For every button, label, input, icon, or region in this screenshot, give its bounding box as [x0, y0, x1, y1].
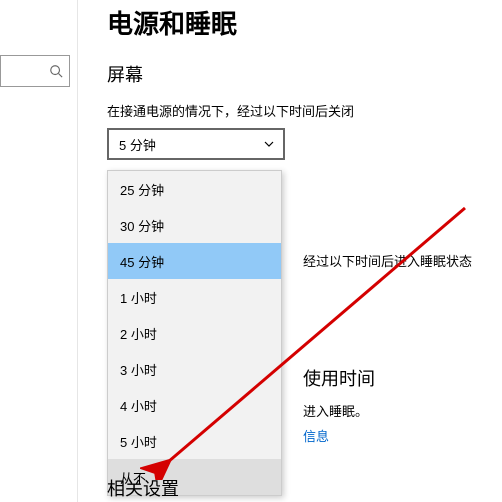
search-input[interactable]	[0, 55, 70, 87]
select-value: 5 分钟	[119, 135, 156, 154]
related-settings-header: 相关设置	[107, 475, 179, 501]
left-panel	[0, 0, 78, 502]
dropdown-item[interactable]: 1 小时	[108, 279, 281, 315]
dropdown-item[interactable]: 4 小时	[108, 387, 281, 423]
dropdown-item-label: 25 分钟	[120, 180, 164, 199]
usage-time-header: 使用时间	[303, 365, 375, 391]
dropdown-item-label: 2 小时	[120, 324, 157, 343]
search-icon	[49, 64, 63, 78]
chevron-down-icon	[263, 138, 275, 150]
usage-time-desc: 进入睡眠。	[303, 401, 375, 420]
timeout-dropdown[interactable]: 25 分钟 30 分钟 45 分钟 1 小时 2 小时 3 小时 4 小时 5 …	[107, 170, 282, 496]
dropdown-item[interactable]: 5 小时	[108, 423, 281, 459]
dropdown-item-label: 3 小时	[120, 360, 157, 379]
dropdown-item-label: 45 分钟	[120, 252, 164, 271]
section-screen-header: 屏幕	[107, 61, 502, 87]
dropdown-item-label: 5 小时	[120, 432, 157, 451]
dropdown-item[interactable]: 45 分钟	[108, 243, 281, 279]
dropdown-item-label: 1 小时	[120, 288, 157, 307]
dropdown-item[interactable]: 30 分钟	[108, 207, 281, 243]
screen-description: 在接通电源的情况下，经过以下时间后关闭	[107, 101, 502, 120]
usage-time-link[interactable]: 信息	[303, 426, 375, 445]
screen-timeout-select[interactable]: 5 分钟	[107, 128, 285, 160]
dropdown-item[interactable]: 3 小时	[108, 351, 281, 387]
page-title: 电源和睡眠	[107, 4, 502, 41]
dropdown-item[interactable]: 2 小时	[108, 315, 281, 351]
dropdown-item[interactable]: 25 分钟	[108, 171, 281, 207]
dropdown-item-label: 4 小时	[120, 396, 157, 415]
sleep-desc-suffix: 经过以下时间后进入睡眠状态	[303, 251, 472, 270]
main-content: 电源和睡眠 屏幕 在接通电源的情况下，经过以下时间后关闭 5 分钟	[107, 0, 502, 160]
usage-time-section: 使用时间 进入睡眠。 信息	[303, 365, 375, 445]
dropdown-item-label: 30 分钟	[120, 216, 164, 235]
